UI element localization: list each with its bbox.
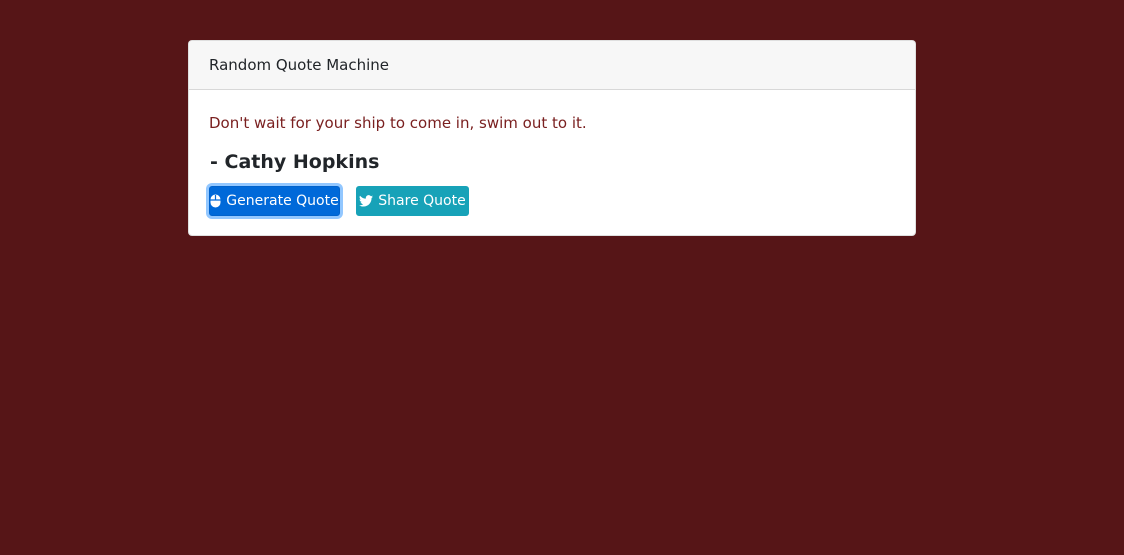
quote-author: - Cathy Hopkins <box>210 151 380 173</box>
card-header: Random Quote Machine <box>189 41 915 90</box>
quote-card: Random Quote Machine Don't wait for your… <box>188 40 916 236</box>
share-quote-button[interactable]: Share Quote <box>356 186 469 216</box>
mouse-icon <box>210 194 221 208</box>
quote-text: Don't wait for your ship to come in, swi… <box>209 114 587 132</box>
twitter-icon <box>359 195 374 207</box>
share-quote-label: Share Quote <box>378 193 466 209</box>
app-title: Random Quote Machine <box>209 56 390 74</box>
generate-quote-label: Generate Quote <box>226 193 339 209</box>
generate-quote-button[interactable]: Generate Quote <box>209 186 340 216</box>
